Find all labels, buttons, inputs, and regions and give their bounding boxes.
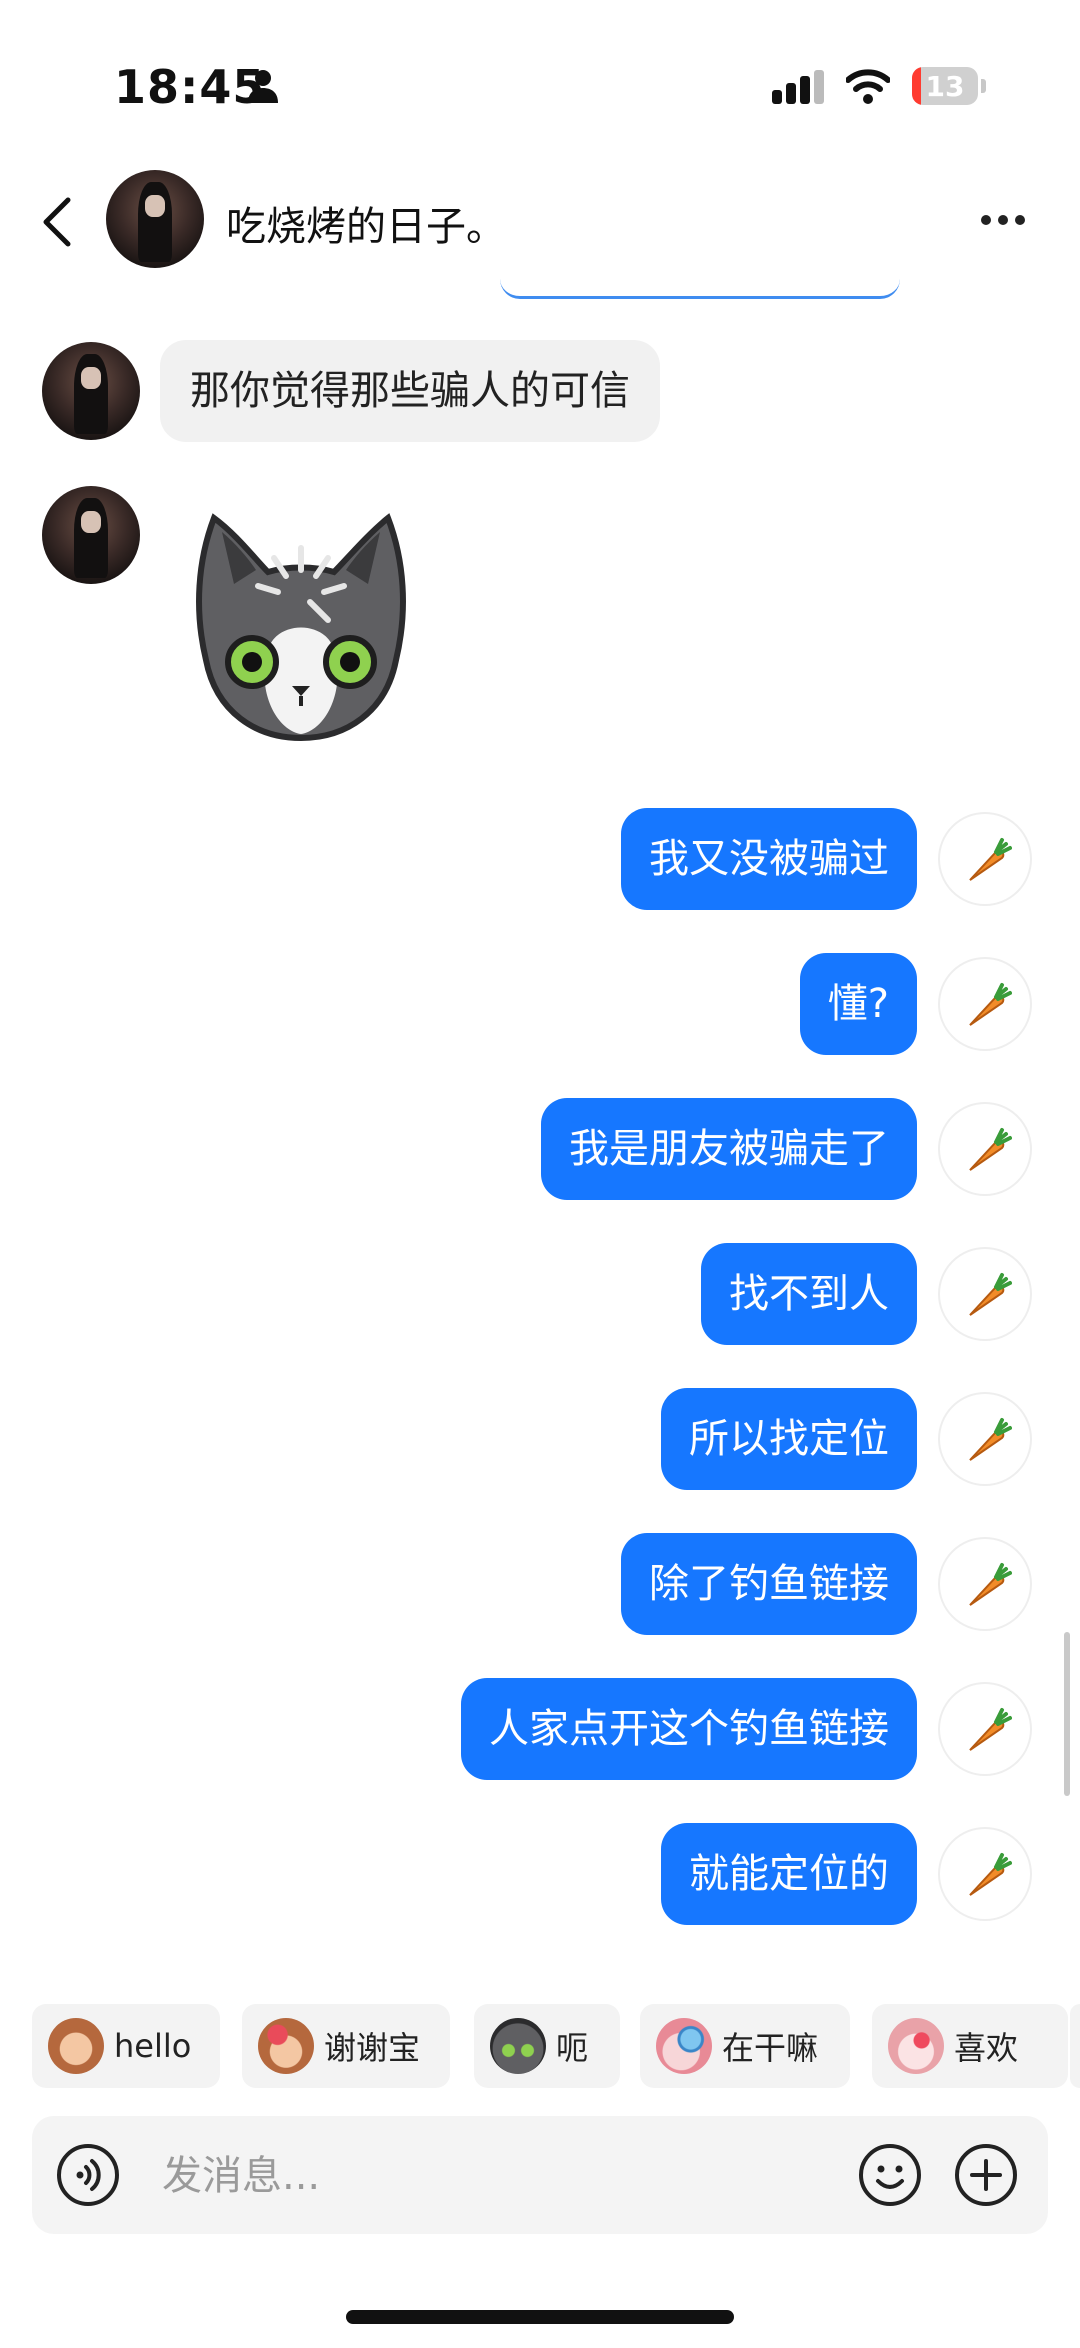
reaction-button[interactable]: [938, 1247, 1032, 1341]
outgoing-message[interactable]: 找不到人: [701, 1243, 917, 1345]
sender-avatar[interactable]: [42, 342, 140, 440]
battery-cap: [981, 79, 986, 93]
outgoing-message[interactable]: 除了钓鱼链接: [621, 1533, 917, 1635]
carrot-icon: [969, 1273, 1012, 1316]
carrot-icon: [969, 983, 1012, 1026]
avatar-face: [81, 511, 101, 534]
avatar[interactable]: [106, 170, 204, 268]
quick-reply-uh[interactable]: 呃: [474, 2004, 620, 2088]
message-input[interactable]: [160, 2140, 864, 2212]
incoming-message[interactable]: 那你觉得那些骗人的可信: [160, 340, 660, 442]
quick-reply-label: 喜欢: [954, 2029, 1019, 2067]
back-icon[interactable]: [38, 196, 78, 248]
avatar-face: [145, 195, 165, 218]
monkey-sticker-icon: [48, 2018, 104, 2074]
sender-avatar[interactable]: [42, 486, 140, 584]
signal-icon: [772, 70, 824, 104]
carrot-icon: [969, 838, 1012, 881]
quick-reply-more[interactable]: [1070, 2004, 1080, 2088]
avatar-face: [81, 367, 101, 390]
carrot-icon: [969, 1708, 1012, 1751]
outgoing-message[interactable]: 人家点开这个钓鱼链接: [461, 1678, 917, 1780]
outgoing-message[interactable]: 就能定位的: [661, 1823, 917, 1925]
carrot-icon: [969, 1853, 1012, 1896]
status-time: 18:45: [114, 60, 266, 114]
emoji-icon[interactable]: [858, 2143, 922, 2207]
quick-reply-row: hello 谢谢宝 呃 在干嘛 喜欢: [32, 2004, 1080, 2088]
person-icon: [248, 70, 278, 103]
quick-reply-label: 呃: [556, 2029, 589, 2067]
reaction-button[interactable]: [938, 1537, 1032, 1631]
battery-icon: 13: [912, 67, 978, 105]
cat-sticker-icon: [490, 2018, 546, 2074]
monkey-flower-sticker-icon: [258, 2018, 314, 2074]
reaction-button[interactable]: [938, 1682, 1032, 1776]
reaction-button[interactable]: [938, 1102, 1032, 1196]
home-indicator[interactable]: [346, 2310, 734, 2324]
reaction-button[interactable]: [938, 1827, 1032, 1921]
avatar-figure: [138, 181, 172, 263]
chat-title[interactable]: 吃烧烤的日子。: [226, 194, 506, 252]
outgoing-message[interactable]: 我是朋友被骗走了: [541, 1098, 917, 1200]
quick-reply-thanks[interactable]: 谢谢宝: [242, 2004, 450, 2088]
wifi-icon: [846, 69, 890, 104]
outgoing-message[interactable]: 懂?: [799, 953, 917, 1055]
voice-icon[interactable]: [56, 2143, 120, 2207]
reaction-button[interactable]: [938, 812, 1032, 906]
scrollbar[interactable]: [1064, 1632, 1070, 1796]
quick-reply-label: 在干嘛: [722, 2029, 819, 2067]
reaction-button[interactable]: [938, 1392, 1032, 1486]
cat-sticker[interactable]: [176, 500, 426, 750]
quick-reply-label: 谢谢宝: [324, 2029, 421, 2067]
plus-icon[interactable]: [954, 2143, 1018, 2207]
battery-percent: 13: [925, 70, 965, 103]
outgoing-message[interactable]: 我又没被骗过: [621, 808, 917, 910]
quick-reply-what-doing[interactable]: 在干嘛: [640, 2004, 850, 2088]
carrot-icon: [969, 1563, 1012, 1606]
avatar-figure: [74, 497, 108, 579]
avatar-figure: [74, 353, 108, 435]
carrot-icon: [969, 1418, 1012, 1461]
heart-sticker-icon: [888, 2018, 944, 2074]
outgoing-message[interactable]: 所以找定位: [661, 1388, 917, 1490]
quick-reply-like[interactable]: 喜欢: [872, 2004, 1068, 2088]
quick-reply-hello[interactable]: hello: [32, 2004, 220, 2088]
carrot-icon: [969, 1128, 1012, 1171]
more-icon[interactable]: [980, 214, 1026, 226]
reaction-button[interactable]: [938, 957, 1032, 1051]
quick-reply-label: hello: [114, 2027, 192, 2065]
magnifier-sticker-icon: [656, 2018, 712, 2074]
partial-message-bubble: [500, 270, 900, 299]
message-input-bar: [32, 2116, 1048, 2234]
